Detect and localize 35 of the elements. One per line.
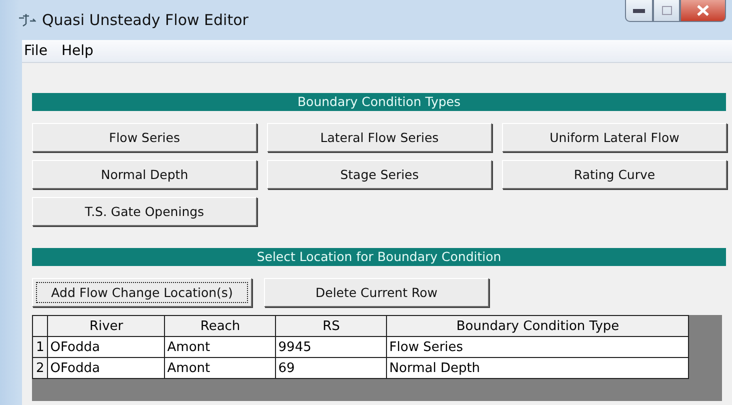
close-button[interactable] <box>680 0 726 22</box>
row-number: 1 <box>32 336 48 358</box>
column-header: River <box>48 316 165 336</box>
minimize-icon <box>633 8 645 12</box>
boundary-type-button[interactable]: Stage Series <box>267 160 492 189</box>
column-header: Boundary Condition Type <box>386 316 689 336</box>
app-icon <box>18 12 36 28</box>
window-title: Quasi Unsteady Flow Editor <box>42 11 248 29</box>
menu-item[interactable]: File <box>24 43 48 59</box>
section-header: Boundary Condition Types <box>32 93 726 111</box>
minimize-button[interactable] <box>625 0 653 22</box>
boundary-type-button[interactable]: Normal Depth <box>32 160 257 189</box>
table-cell[interactable]: Flow Series <box>386 336 689 358</box>
column-header: Reach <box>164 316 276 336</box>
table-cell[interactable]: Normal Depth <box>386 358 689 378</box>
table-cell[interactable]: 69 <box>276 358 387 378</box>
maximize-icon <box>662 6 672 15</box>
boundary-type-button[interactable]: Lateral Flow Series <box>267 123 492 152</box>
menu-item[interactable]: Help <box>61 43 94 59</box>
table-cell[interactable]: 9945 <box>276 336 387 358</box>
boundary-type-button[interactable]: Uniform Lateral Flow <box>502 123 727 152</box>
close-icon <box>697 5 709 16</box>
column-header: RS <box>276 316 387 336</box>
maximize-button[interactable] <box>653 0 680 22</box>
boundary-type-button[interactable]: Flow Series <box>32 123 257 152</box>
table-cell[interactable]: Amont <box>164 358 276 378</box>
section-header: Select Location for Boundary Condition <box>32 248 726 266</box>
action-button[interactable]: Delete Current Row <box>264 278 489 307</box>
table-cell[interactable]: OFodda <box>48 358 165 378</box>
table-cell[interactable]: Amont <box>164 336 276 358</box>
table-cell[interactable]: OFodda <box>48 336 165 358</box>
row-number: 2 <box>32 358 48 378</box>
boundary-type-button[interactable]: T.S. Gate Openings <box>32 197 257 226</box>
action-button[interactable]: Add Flow Change Location(s) <box>32 278 252 307</box>
boundary-type-button[interactable]: Rating Curve <box>502 160 727 189</box>
